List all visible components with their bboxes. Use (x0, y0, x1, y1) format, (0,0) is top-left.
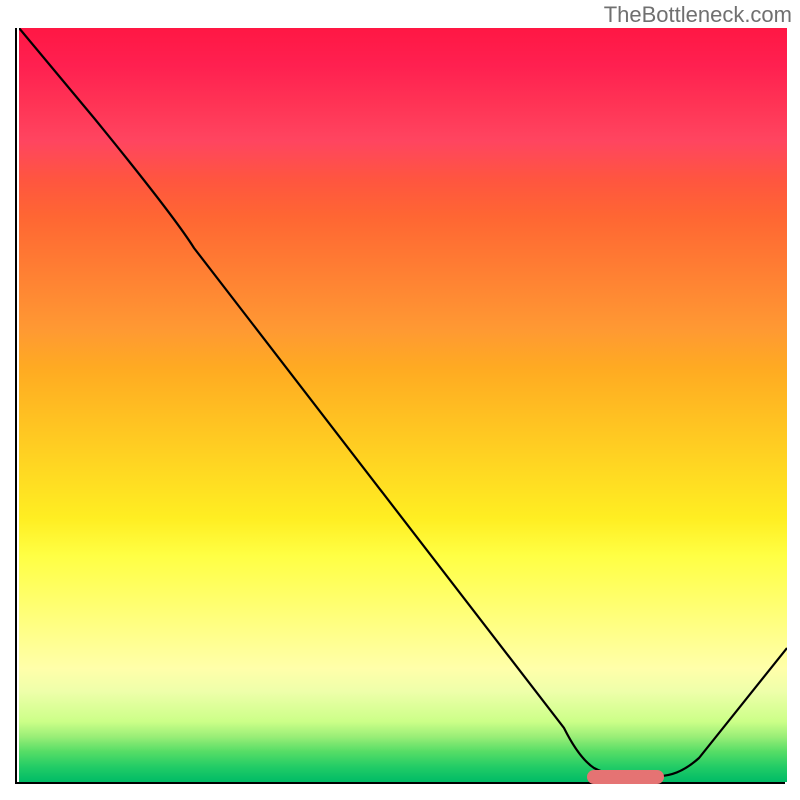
chart-container (15, 28, 785, 784)
optimal-range-marker (587, 770, 664, 784)
plot-area (15, 28, 785, 784)
bottleneck-curve (19, 28, 787, 782)
watermark-label: TheBottleneck.com (604, 2, 792, 28)
